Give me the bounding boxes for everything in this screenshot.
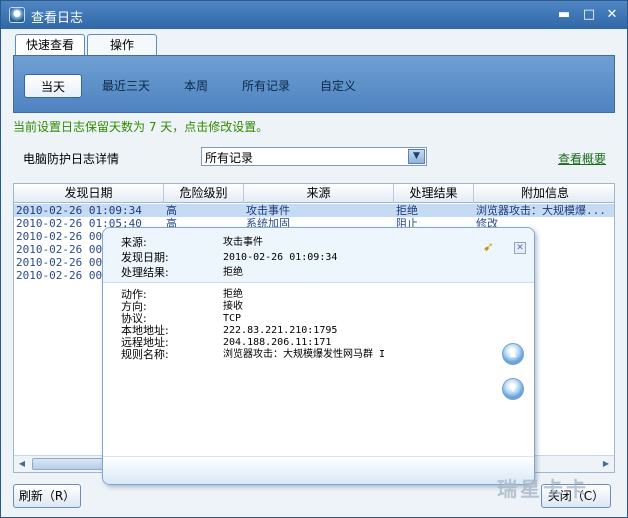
column-header-result[interactable]: 处理结果: [394, 184, 474, 203]
pin-icon[interactable]: ➹: [483, 241, 497, 255]
cell-level: 高: [166, 204, 177, 217]
filter-last-three-days[interactable]: 最近三天: [94, 74, 158, 98]
select-value: 所有记录: [205, 151, 254, 165]
popup-value: 拒绝: [223, 267, 243, 278]
column-header-level[interactable]: 危险级别: [164, 184, 244, 203]
scroll-right-icon[interactable]: ▶: [600, 458, 612, 470]
popup-label: 规则名称:: [121, 348, 169, 361]
log-viewer-window: 查看日志 ▬ □ ✕ 快速查看 操作 当天 最近三天 本周 所有记录 自定义 当…: [0, 0, 628, 518]
filter-today[interactable]: 当天: [24, 74, 82, 98]
maximize-icon[interactable]: □: [581, 7, 597, 23]
popup-footer: [103, 456, 534, 484]
cell-info: 浏览器攻击：大规模爆...: [476, 204, 606, 217]
filter-custom[interactable]: 自定义: [314, 74, 362, 98]
filter-all-records[interactable]: 所有记录: [236, 74, 296, 98]
cell-date: 2010-02-26 01:09:34: [16, 204, 142, 217]
tab-operations[interactable]: 操作: [87, 34, 157, 56]
column-header-date[interactable]: 发现日期: [14, 184, 164, 203]
close-icon[interactable]: ✕: [514, 242, 526, 254]
scroll-up-icon[interactable]: ▲: [502, 343, 524, 365]
filter-this-week[interactable]: 本周: [174, 74, 218, 98]
popup-header: 来源: 攻击事件 发现日期: 2010-02-26 01:09:34 处理结果:…: [103, 228, 534, 283]
popup-value: 拒绝: [223, 289, 243, 300]
minimize-icon[interactable]: ▬: [556, 7, 572, 23]
watermark: 瑞星卡卡: [497, 477, 589, 501]
cell-result: 拒绝: [396, 204, 418, 217]
section-label: 电脑防护日志详情: [23, 152, 120, 166]
date-filter-bar: 当天 最近三天 本周 所有记录 自定义: [13, 55, 615, 113]
title-bar[interactable]: 查看日志 ▬ □ ✕: [1, 1, 627, 29]
view-summary-link[interactable]: 查看概要: [558, 150, 606, 167]
column-header-info[interactable]: 附加信息: [474, 184, 614, 203]
popup-value: 浏览器攻击：大规模爆发性网马群 I: [223, 349, 386, 360]
table-row[interactable]: 2010-02-26 01:09:34 高 攻击事件 拒绝 浏览器攻击：大规模爆...: [14, 204, 614, 217]
refresh-button[interactable]: 刷新（R）: [13, 484, 81, 508]
popup-value: 攻击事件: [223, 237, 263, 248]
close-window-icon[interactable]: ✕: [604, 7, 620, 23]
popup-label: 来源:: [121, 236, 147, 249]
shield-icon: [9, 7, 25, 23]
popup-label: 处理结果:: [121, 266, 169, 279]
popup-value: 接收: [223, 301, 243, 312]
popup-value: 222.83.221.210:1795: [223, 325, 338, 336]
table-header: 发现日期 危险级别 来源 处理结果 附加信息: [14, 184, 614, 203]
cell-source: 攻击事件: [246, 204, 290, 217]
chevron-down-icon[interactable]: ▼: [408, 149, 425, 164]
log-detail-popup: 来源: 攻击事件 发现日期: 2010-02-26 01:09:34 处理结果:…: [102, 227, 535, 485]
popup-value: 2010-02-26 01:09:34: [223, 252, 338, 263]
popup-value: 204.188.206.11:171: [223, 337, 332, 348]
popup-label: 发现日期:: [121, 251, 169, 264]
scroll-down-icon[interactable]: ▼: [502, 378, 524, 400]
tab-quick-view[interactable]: 快速查看: [15, 34, 85, 56]
popup-value: TCP: [223, 313, 242, 324]
scroll-left-icon[interactable]: ◀: [16, 458, 28, 470]
column-header-source[interactable]: 来源: [244, 184, 394, 203]
window-title: 查看日志: [31, 11, 84, 26]
record-type-select[interactable]: 所有记录 ▼: [201, 147, 427, 166]
retention-notice-link[interactable]: 当前设置日志保留天数为 7 天，点击修改设置。: [13, 118, 268, 135]
